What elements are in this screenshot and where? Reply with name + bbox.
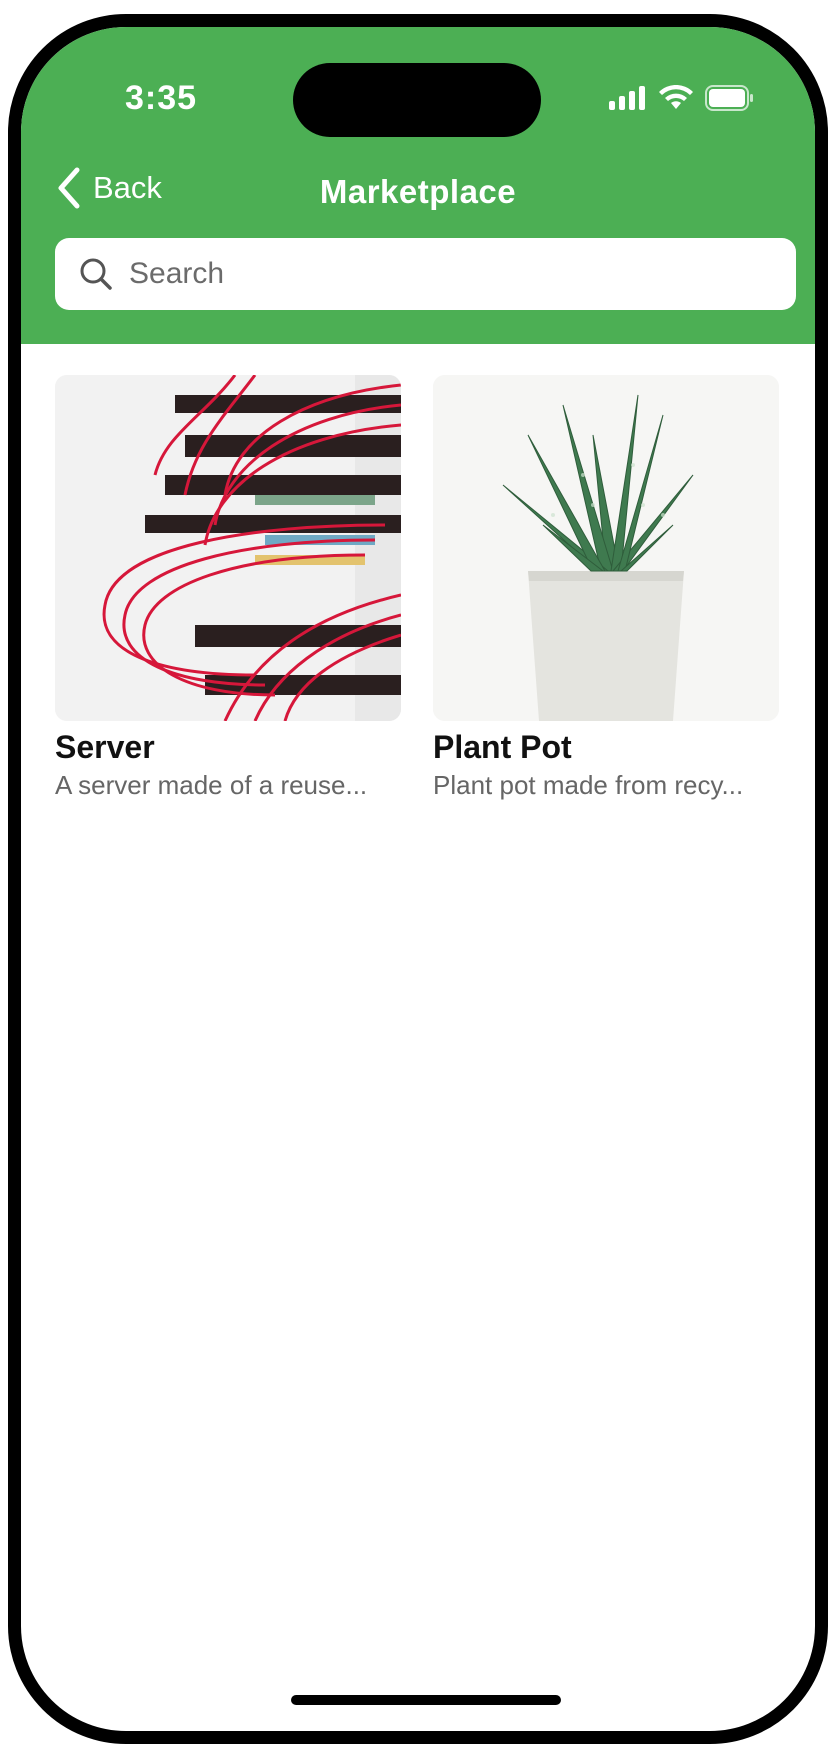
product-title: Plant Pot [433, 729, 572, 765]
home-indicator[interactable] [291, 1695, 561, 1705]
signal-icon [609, 86, 645, 110]
page-title: Marketplace [319, 173, 517, 210]
plant-pot-image [433, 375, 779, 721]
status-icons [609, 85, 755, 111]
search-bar[interactable] [55, 238, 796, 310]
search-icon [80, 258, 112, 290]
server-image [55, 375, 401, 721]
battery-icon [705, 85, 753, 111]
product-description: A server made of a reuse... [55, 770, 368, 800]
product-card-server[interactable]: Server A server made of a reuse... [55, 375, 401, 801]
product-card-plant-pot[interactable]: Plant Pot Plant pot made from recy... [433, 375, 779, 801]
product-title: Server [55, 729, 155, 765]
dynamic-island [293, 63, 541, 137]
product-grid: Server A server made of a reuse... Plant… [55, 375, 796, 801]
wifi-icon [659, 85, 693, 109]
search-input[interactable] [127, 256, 751, 292]
app-header: 3:35 Back Marketplace Search [21, 27, 815, 344]
phone-frame: 3:35 Back Marketplace Search Server A se… [8, 14, 828, 1744]
product-description: Plant pot made from recy... [433, 770, 744, 800]
status-time: 3:35 [125, 79, 198, 117]
